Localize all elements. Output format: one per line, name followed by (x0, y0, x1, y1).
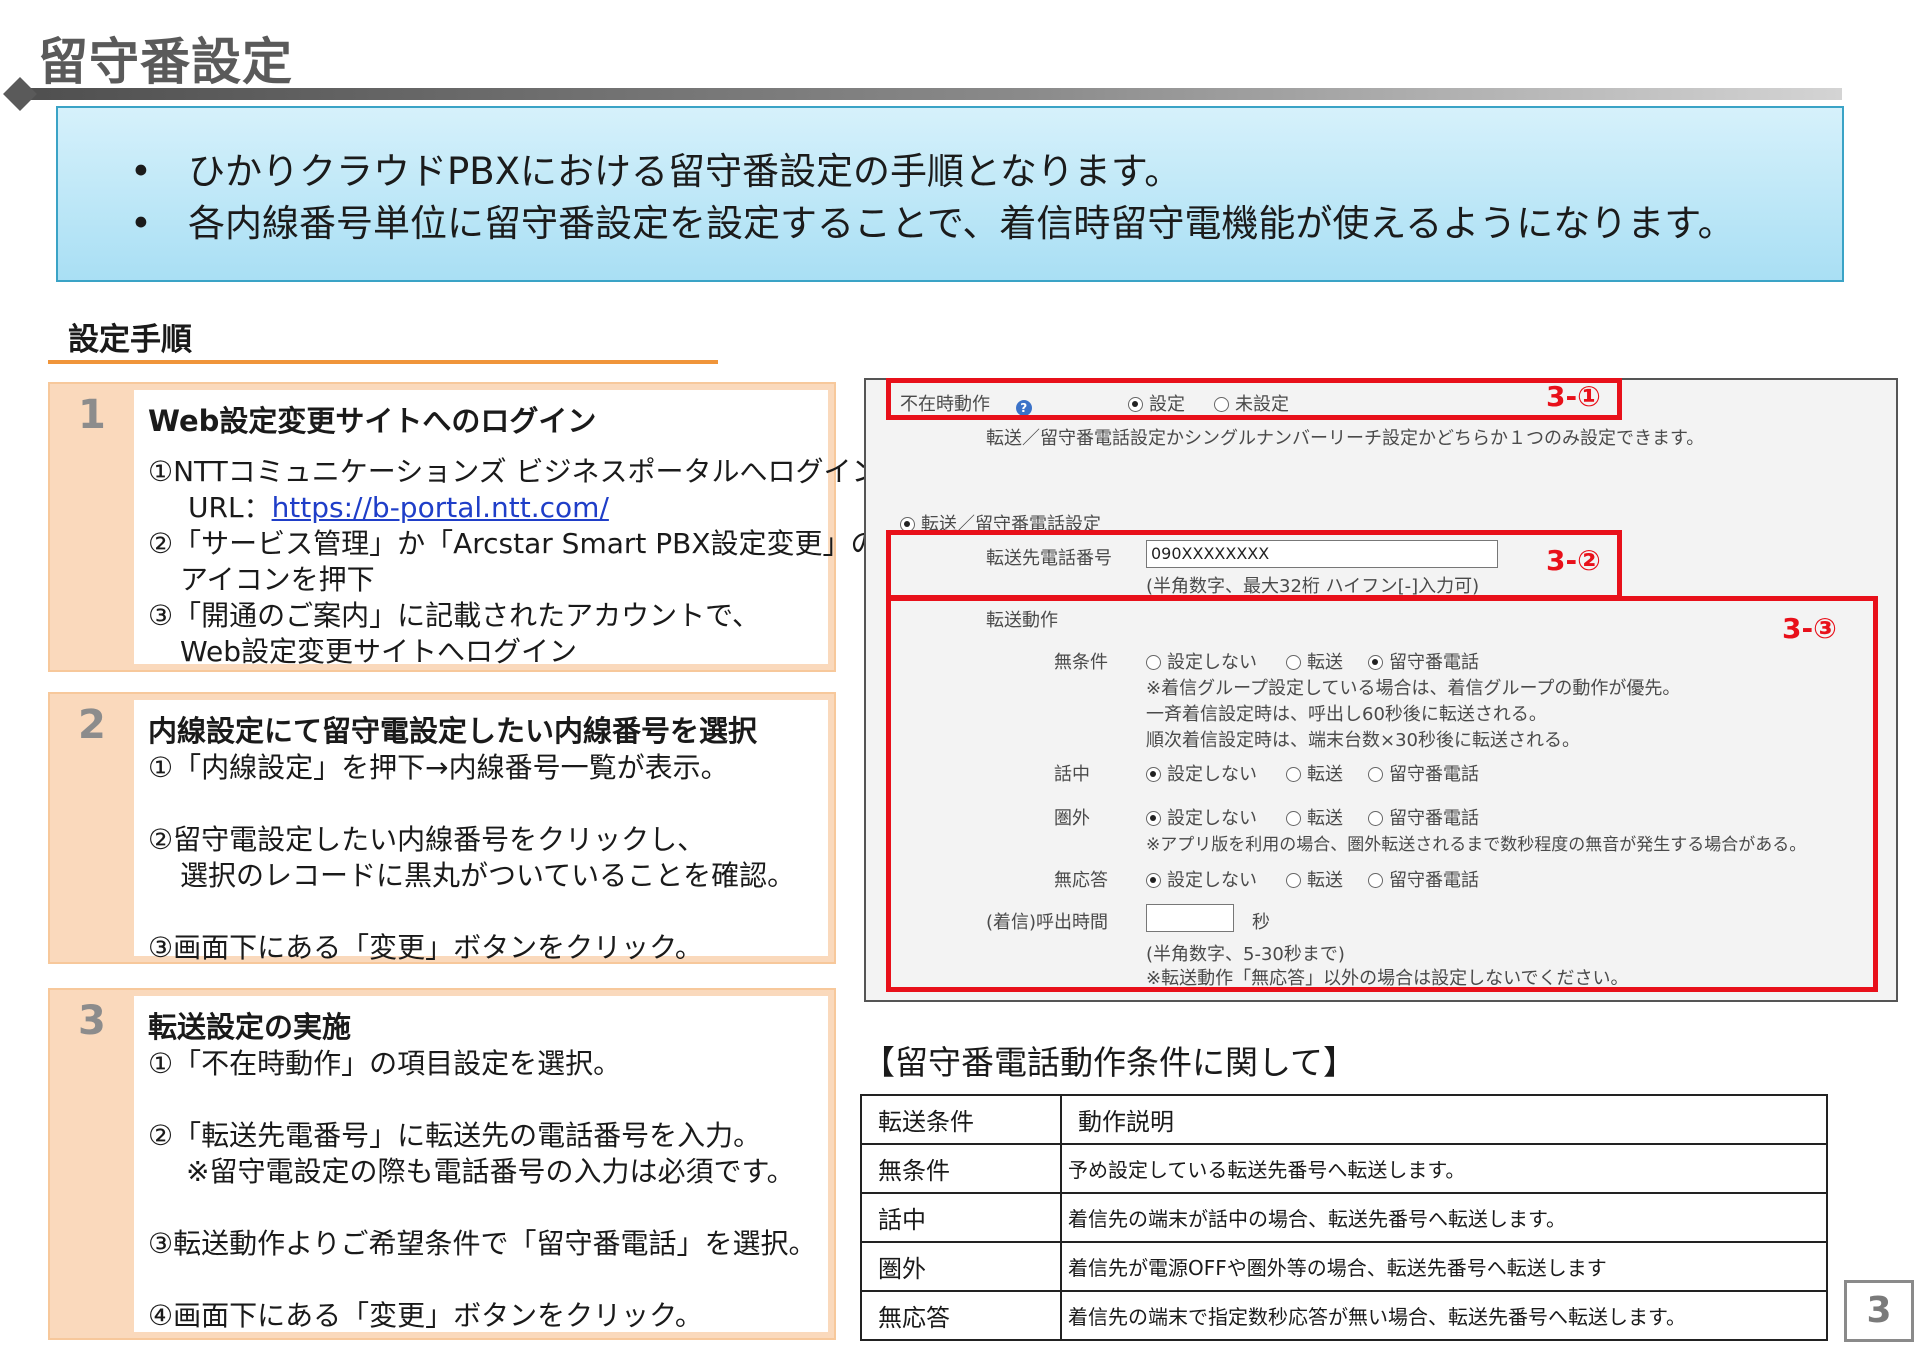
conditions-title: 【留守番電話動作条件に関して】 (862, 1043, 1357, 1082)
step-line: ①NTTコミュニケーションズ ビジネスポータルへログイン (148, 455, 880, 488)
highlight-label-3-2: 3-② (1546, 544, 1601, 577)
step-line: ②「サービス管理」か「Arcstar Smart PBX設定変更」の (148, 527, 879, 560)
highlight-box-3-3 (886, 596, 1878, 992)
url-line: URL：https://b-portal.ntt.com/ (148, 490, 816, 526)
highlight-label-3-1: 3-① (1546, 380, 1601, 413)
highlight-label-3-3: 3-③ (1782, 612, 1837, 645)
table-cell: 話中 (860, 1192, 1062, 1243)
table-cell: 予め設定している転送先番号へ転送します。 (1060, 1143, 1828, 1194)
step-line: ③「開通のご案内」に記載されたアカウントで、 (148, 599, 760, 632)
absence-note: 転送／留守番電話設定かシングルナンバーリーチ設定かどちらか１つのみ設定できます。 (986, 428, 1705, 449)
table-cell: 圏外 (860, 1241, 1062, 1292)
table-header: 動作説明 (1060, 1094, 1828, 1145)
procedure-underline (48, 360, 718, 364)
title-underline (22, 88, 1842, 100)
step-line: ④画面下にある「変更」ボタンをクリック。 (148, 1299, 703, 1332)
step-body: 内線設定にて留守電設定したい内線番号を選択 ①「内線設定」を押下→内線番号一覧が… (134, 700, 828, 964)
step-1: 1 Web設定変更サイトへのログイン ①NTTコミュニケーションズ ビジネスポー… (48, 382, 880, 672)
table-header: 転送条件 (860, 1094, 1062, 1145)
step-title: 転送設定の実施 (148, 1010, 352, 1044)
intro-bullet: ひかりクラウドPBXにおける留守番設定の手順となります。 (78, 146, 1842, 198)
table-cell: 着信先が電源OFFや圏外等の場合、転送先番号へ転送します (1060, 1241, 1828, 1292)
step-line: アイコンを押下 (180, 563, 375, 596)
step-body: 転送設定の実施 ①「不在時動作」の項目設定を選択。 ②「転送先電番号」に転送先の… (134, 996, 828, 1332)
table-cell: 着信先の端末が話中の場合、転送先番号へ転送します。 (1060, 1192, 1828, 1243)
step-3: 3 転送設定の実施 ①「不在時動作」の項目設定を選択。 ②「転送先電番号」に転送… (48, 988, 836, 1340)
title-diamond-icon (3, 77, 37, 111)
step-line: ②留守電設定したい内線番号をクリックし、 (148, 823, 706, 856)
step-number: 2 (78, 702, 106, 748)
table-row: 圏外 着信先が電源OFFや圏外等の場合、転送先番号へ転送します (860, 1241, 1828, 1292)
step-title: 内線設定にて留守電設定したい内線番号を選択 (148, 714, 758, 748)
step-line: ③画面下にある「変更」ボタンをクリック。 (148, 931, 703, 964)
portal-link[interactable]: https://b-portal.ntt.com/ (272, 491, 609, 524)
table-row: 無応答 着信先の端末で指定数秒応答が無い場合、転送先番号へ転送します。 (860, 1290, 1828, 1341)
step-line: ②「転送先電番号」に転送先の電話番号を入力。 (148, 1119, 762, 1152)
step-line: ※留守電設定の際も電話番号の入力は必須です。 (186, 1155, 795, 1188)
step-line: ①「内線設定」を押下→内線番号一覧が表示。 (148, 751, 729, 784)
step-line: ③転送動作よりご希望条件で「留守番電話」を選択。 (148, 1227, 817, 1260)
procedure-heading: 設定手順 (68, 322, 192, 358)
url-label: URL： (188, 491, 272, 524)
step-line: Web設定変更サイトへログイン (180, 635, 578, 668)
step-body: Web設定変更サイトへのログイン ①NTTコミュニケーションズ ビジネスポータル… (134, 390, 880, 668)
table-cell: 着信先の端末で指定数秒応答が無い場合、転送先番号へ転送します。 (1060, 1290, 1828, 1341)
step-line: 選択のレコードに黒丸がついていることを確認。 (180, 859, 796, 892)
step-number: 1 (78, 392, 106, 438)
conditions-table: 転送条件 動作説明 無条件 予め設定している転送先番号へ転送します。 話中 着信… (860, 1094, 1828, 1341)
intro-box: ひかりクラウドPBXにおける留守番設定の手順となります。 各内線番号単位に留守番… (56, 106, 1844, 282)
table-cell: 無応答 (860, 1290, 1062, 1341)
step-number: 3 (78, 998, 106, 1044)
page-number: 3 (1844, 1280, 1914, 1342)
table-row: 話中 着信先の端末が話中の場合、転送先番号へ転送します。 (860, 1192, 1828, 1243)
table-header-row: 転送条件 動作説明 (860, 1094, 1828, 1145)
settings-screenshot: 不在時動作 ? 設定 未設定 転送／留守番電話設定かシングルナンバーリーチ設定か… (864, 378, 1898, 1002)
highlight-box-3-1 (886, 378, 1622, 420)
intro-bullet: 各内線番号単位に留守番設定を設定することで、着信時留守電機能が使えるようになりま… (78, 198, 1842, 250)
table-row: 無条件 予め設定している転送先番号へ転送します。 (860, 1143, 1828, 1194)
page-title: 留守番設定 (38, 33, 293, 91)
highlight-box-3-2 (886, 530, 1622, 600)
step-2: 2 内線設定にて留守電設定したい内線番号を選択 ①「内線設定」を押下→内線番号一… (48, 692, 836, 964)
table-cell: 無条件 (860, 1143, 1062, 1194)
step-line: ①「不在時動作」の項目設定を選択。 (148, 1047, 622, 1080)
step-title: Web設定変更サイトへのログイン (148, 404, 597, 438)
